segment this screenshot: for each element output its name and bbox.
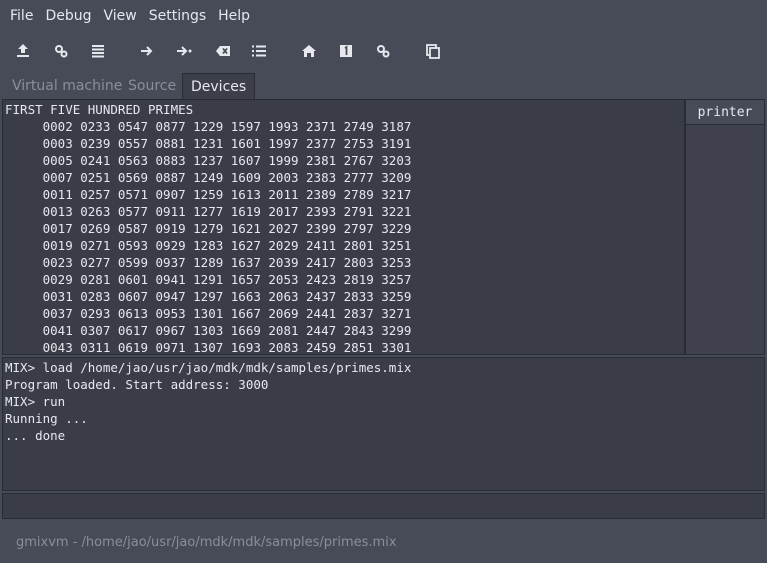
primes-row: 0031 0283 0607 0947 1297 1663 2063 2437 … [5,289,412,304]
breakpoints-button[interactable] [246,38,272,64]
step-icon [141,46,153,56]
output-title: FIRST FIVE HUNDRED PRIMES [5,102,194,117]
copy-button[interactable] [420,38,446,64]
toolbar [0,34,767,68]
primes-row: 0029 0281 0601 0941 1291 1657 2053 2423 … [5,272,412,287]
load-button[interactable] [10,38,36,64]
primes-row: 0043 0311 0619 0971 1307 1693 2083 2459 … [5,340,412,355]
primes-row: 0041 0307 0617 0967 1303 1669 2081 2447 … [5,323,412,338]
menu-help[interactable]: Help [212,0,256,32]
list-button[interactable] [85,38,111,64]
menu-file[interactable]: File [4,0,39,32]
console-output[interactable]: MIX> load /home/jao/usr/jao/mdk/mdk/samp… [2,357,765,491]
command-input[interactable] [2,493,765,519]
console-line: MIX> load /home/jao/usr/jao/mdk/mdk/samp… [5,360,412,375]
compile-icon [55,45,68,58]
tab-virtual-machine[interactable]: Virtual machine [4,73,130,99]
step-into-icon [177,46,192,56]
primes-row: 0005 0241 0563 0883 1237 1607 1999 2381 … [5,153,412,168]
settings-button[interactable] [370,38,396,64]
device-list-header-printer[interactable]: printer [686,100,764,125]
menu-settings[interactable]: Settings [143,0,212,32]
badge-one-icon [340,45,352,57]
primes-row: 0023 0277 0599 0937 1289 1637 2039 2417 … [5,255,412,270]
console-line: Program loaded. Start address: 3000 [5,377,269,392]
load-icon [17,44,29,57]
menubar: File Debug View Settings Help [0,0,767,32]
home-button[interactable] [296,38,322,64]
primes-row: 0003 0239 0557 0881 1231 1601 1997 2377 … [5,136,412,151]
clear-icon [216,46,230,56]
primes-row: 0002 0233 0547 0877 1229 1597 1993 2371 … [5,119,412,134]
printer-output[interactable]: FIRST FIVE HUNDRED PRIMES 0002 0233 0547… [2,99,685,355]
bulleted-list-icon [252,45,266,57]
list-icon [92,45,104,58]
menu-view[interactable]: View [97,0,142,32]
primes-row: 0011 0257 0571 0907 1259 1613 2011 2389 … [5,187,412,202]
primes-row: 0013 0263 0577 0911 1277 1619 2017 2393 … [5,204,412,219]
compile-button[interactable] [48,38,74,64]
primes-row: 0007 0251 0569 0887 1249 1609 2003 2383 … [5,170,412,185]
device-list: printer [685,99,765,355]
primes-row: 0019 0271 0593 0929 1283 1627 2029 2411 … [5,238,412,253]
home-icon [302,45,316,57]
badge-one-button[interactable] [333,38,359,64]
tab-devices[interactable]: Devices [182,73,256,99]
clear-button[interactable] [210,38,236,64]
step-into-button[interactable] [171,38,197,64]
console-line: ... done [5,428,66,443]
settings-gear-icon [377,45,390,58]
copy-icon [426,44,440,59]
step-button[interactable] [134,38,160,64]
primes-row: 0017 0269 0587 0919 1279 1621 2027 2399 … [5,221,412,236]
menu-debug[interactable]: Debug [39,0,97,32]
primes-row: 0037 0293 0613 0953 1301 1667 2069 2441 … [5,306,412,321]
console-line: Running ... [5,411,88,426]
status-bar: gmixvm - /home/jao/usr/jao/mdk/mdk/sampl… [16,535,397,550]
tab-bar: Virtual machine Source Devices [0,73,767,99]
console-line: MIX> run [5,394,66,409]
tab-source[interactable]: Source [120,73,184,99]
